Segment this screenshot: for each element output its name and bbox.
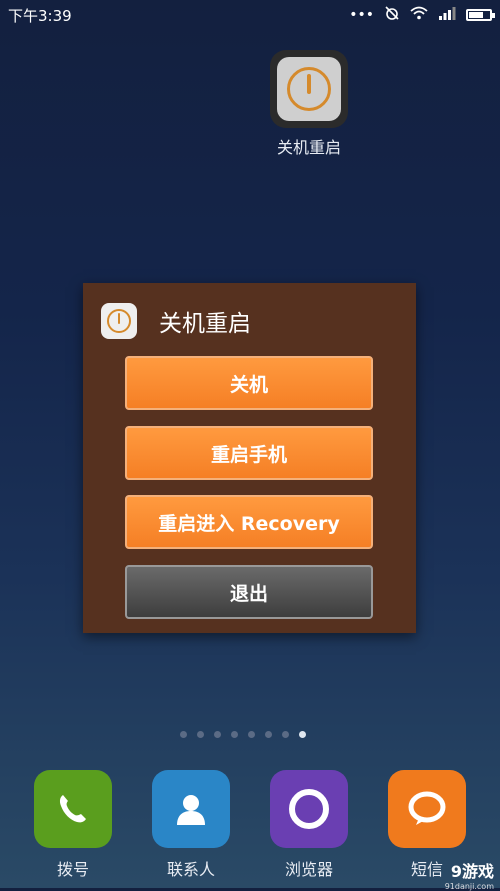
watermark-site: 91danji.com <box>444 882 494 891</box>
wifi-icon <box>410 6 428 24</box>
page-dot <box>214 731 221 738</box>
dialog-title: 关机重启 <box>159 311 251 337</box>
watermark-brand: 9游戏 <box>450 862 494 881</box>
exit-button[interactable]: 退出 <box>125 565 373 619</box>
dock-label: 浏览器 <box>284 860 333 879</box>
page-dot <box>282 731 289 738</box>
page-dot <box>299 731 306 738</box>
contact-icon <box>152 770 230 848</box>
dock-item-browser[interactable]: 浏览器 <box>270 770 348 880</box>
browser-icon <box>270 770 348 848</box>
page-indicator <box>180 731 306 738</box>
dock-item-dialer[interactable]: 拨号 <box>34 770 112 880</box>
watermark: 9游戏 91danji.com <box>434 858 494 891</box>
battery-icon <box>466 9 495 21</box>
dock-item-contacts[interactable]: 联系人 <box>152 770 230 880</box>
desktop-app-power-reboot[interactable]: 关机重启 <box>270 50 348 158</box>
page-dot <box>248 731 255 738</box>
app-icon-frame <box>270 50 348 128</box>
power-icon <box>107 309 131 333</box>
alarm-off-icon <box>384 5 400 25</box>
desktop-app-label: 关机重启 <box>276 138 341 157</box>
shutdown-button[interactable]: 关机 <box>125 356 373 410</box>
page-dot <box>180 731 187 738</box>
reboot-button[interactable]: 重启手机 <box>125 426 373 480</box>
reboot-recovery-button[interactable]: 重启进入 Recovery <box>125 495 373 549</box>
page-dot <box>197 731 204 738</box>
dock: 拨号 联系人 浏览器 短信 <box>0 770 500 888</box>
status-icons: ••• <box>349 5 495 25</box>
dialog-app-icon <box>101 303 137 339</box>
dots-icon: ••• <box>349 7 374 23</box>
dock-label: 联系人 <box>166 860 215 879</box>
page-dot <box>231 731 238 738</box>
message-icon <box>388 770 466 848</box>
dialog-header: 关机重启 <box>101 301 398 341</box>
dock-label: 拨号 <box>56 860 89 879</box>
phone-icon <box>34 770 112 848</box>
battery-level <box>469 12 484 18</box>
page-dot <box>265 731 272 738</box>
power-dialog: 关机重启 关机 重启手机 重启进入 Recovery 退出 <box>83 283 416 633</box>
power-icon <box>287 67 331 111</box>
signal-icon <box>438 6 456 24</box>
status-bar: 下午3:39 ••• <box>0 0 500 28</box>
status-time: 下午3:39 <box>8 7 72 25</box>
app-icon-inner <box>277 57 341 121</box>
